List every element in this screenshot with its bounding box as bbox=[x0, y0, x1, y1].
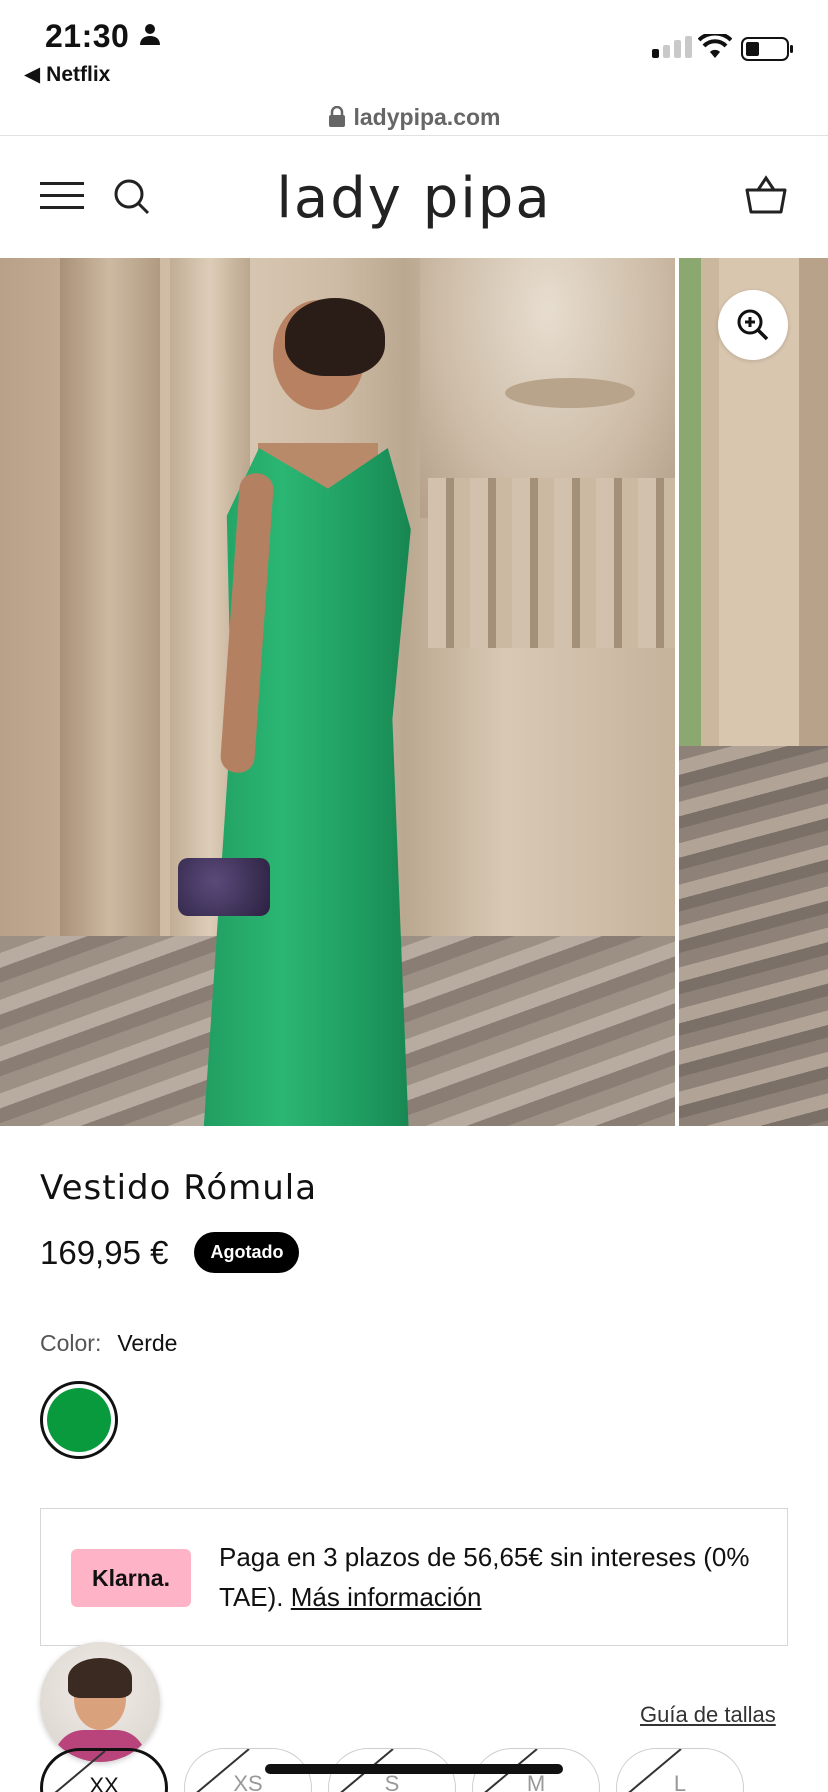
clock: 21:30 bbox=[45, 18, 130, 54]
site-header: lady pipa bbox=[0, 136, 828, 258]
avatar-hair bbox=[68, 1658, 132, 1698]
product-price: 169,95 € bbox=[40, 1233, 169, 1271]
zoom-in-icon bbox=[737, 309, 769, 341]
klarna-more-info-link[interactable]: Más información bbox=[291, 1582, 482, 1612]
balustrade bbox=[428, 478, 675, 648]
product-image-gallery[interactable] bbox=[0, 258, 828, 1126]
handbag bbox=[178, 858, 270, 916]
mosaic-floor bbox=[679, 746, 828, 1126]
unavailable-strike bbox=[617, 1749, 682, 1792]
url-text: ladypipa.com bbox=[353, 103, 501, 130]
pillar bbox=[60, 258, 160, 958]
sold-out-badge: Agotado bbox=[194, 1232, 300, 1273]
back-to-app[interactable]: ◀ Netflix bbox=[24, 62, 110, 87]
back-app-label: Netflix bbox=[46, 62, 111, 86]
klarna-text: Paga en 3 plazos de 56,65€ sin intereses… bbox=[219, 1537, 759, 1617]
product-image-next[interactable] bbox=[679, 258, 828, 1126]
color-value: Verde bbox=[117, 1330, 178, 1356]
size-option[interactable]: XX bbox=[40, 1748, 168, 1792]
zoom-button[interactable] bbox=[718, 290, 788, 360]
size-label: S bbox=[384, 1771, 400, 1792]
fountain bbox=[505, 378, 635, 408]
lock-icon bbox=[328, 106, 345, 127]
size-label: XS bbox=[233, 1771, 263, 1792]
site-logo[interactable]: lady pipa bbox=[0, 166, 828, 231]
color-swatch-verde[interactable] bbox=[40, 1381, 118, 1459]
size-label: M bbox=[526, 1771, 546, 1792]
battery-icon bbox=[741, 37, 793, 61]
home-indicator[interactable] bbox=[265, 1764, 563, 1774]
color-selection-label: Color: Verde bbox=[40, 1330, 177, 1357]
basket-icon[interactable] bbox=[744, 174, 788, 216]
size-label: XX bbox=[89, 1773, 119, 1792]
cellular-signal-icon bbox=[652, 36, 692, 58]
assistant-avatar-button[interactable] bbox=[40, 1642, 160, 1762]
klarna-logo: Klarna. bbox=[71, 1549, 191, 1607]
address-bar[interactable]: ladypipa.com bbox=[0, 98, 828, 136]
color-label: Color: bbox=[40, 1330, 102, 1356]
klarna-banner: Klarna. Paga en 3 plazos de 56,65€ sin i… bbox=[40, 1508, 788, 1646]
size-label: L bbox=[673, 1771, 687, 1792]
product-image-main[interactable] bbox=[0, 258, 675, 1126]
person-icon bbox=[140, 24, 160, 45]
price-row: 169,95 € Agotado bbox=[40, 1232, 300, 1273]
swatch-fill bbox=[47, 1388, 111, 1452]
product-title: Vestido Rómula bbox=[40, 1168, 318, 1208]
size-guide-link[interactable]: Guía de tallas bbox=[640, 1702, 776, 1728]
back-triangle-icon: ◀ bbox=[24, 63, 41, 86]
wifi-icon bbox=[698, 34, 732, 58]
status-bar: 21:30 ◀ Netflix bbox=[0, 0, 828, 100]
size-option[interactable]: L bbox=[616, 1748, 744, 1792]
model-hair bbox=[285, 298, 385, 376]
